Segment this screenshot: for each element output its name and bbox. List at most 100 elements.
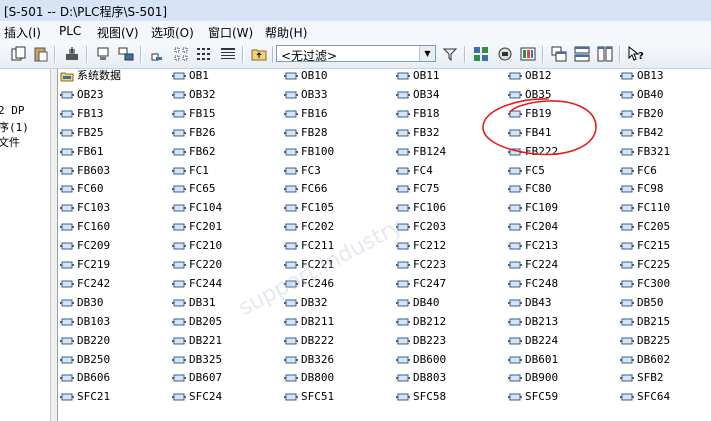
block-item[interactable]: FC65 [172,182,216,196]
block-item[interactable]: DB607 [172,371,222,385]
block-item[interactable]: FB124 [396,145,446,159]
menu-view[interactable]: 视图(V) [97,24,139,41]
block-item[interactable]: DB30 [60,296,104,310]
block-item[interactable]: FC98 [620,182,664,196]
block-item[interactable]: FC5 [508,164,545,178]
block-item[interactable]: SFC51 [284,390,334,404]
help-icon[interactable]: ? [627,45,645,63]
menu-help[interactable]: 帮助(H) [265,24,307,41]
block-item[interactable]: DB32 [284,296,328,310]
online-icon[interactable] [94,45,112,63]
block-item[interactable]: OB10 [284,69,328,83]
block-item[interactable]: FC225 [620,258,670,272]
block-item[interactable]: FB321 [620,145,670,159]
menu-window[interactable]: 窗口(W) [208,24,253,41]
block-item[interactable]: DB31 [172,296,216,310]
block-item[interactable]: FC220 [172,258,222,272]
block-item[interactable]: FC80 [508,182,552,196]
netpro-icon[interactable] [496,45,514,63]
block-item[interactable]: FC213 [508,239,558,253]
block-item[interactable]: FC104 [172,201,222,215]
block-item[interactable]: DB326 [284,353,334,367]
block-item[interactable]: FB15 [172,107,216,121]
menu-insert[interactable]: 插入(I) [4,24,41,41]
block-item[interactable]: DB325 [172,353,222,367]
block-item[interactable]: FC202 [284,220,334,234]
block-item[interactable]: FC110 [620,201,670,215]
block-item[interactable]: FB42 [620,126,664,140]
block-item[interactable]: FC160 [60,220,110,234]
block-item[interactable]: FC219 [60,258,110,272]
block-item[interactable]: FB62 [172,145,216,159]
paste-icon[interactable] [32,45,50,63]
block-item[interactable]: OB34 [396,88,440,102]
block-item[interactable]: SFB2 [620,371,664,385]
block-item[interactable]: DB225 [620,334,670,348]
tile-horizontal-icon[interactable] [573,45,591,63]
tree-item[interactable]: 2 DP [0,104,25,117]
block-item[interactable]: FC201 [172,220,222,234]
menu-options[interactable]: 选项(O) [151,24,194,41]
block-item[interactable]: FB41 [508,126,552,140]
block-item[interactable]: FC75 [396,182,440,196]
block-item[interactable]: FB32 [396,126,440,140]
block-item[interactable]: FB13 [60,107,104,121]
block-item[interactable]: FC224 [508,258,558,272]
block-item[interactable]: FB16 [284,107,328,121]
block-item[interactable]: SFC59 [508,390,558,404]
block-item[interactable]: DB212 [396,315,446,329]
block-item[interactable]: FC211 [284,239,334,253]
block-item[interactable]: DB602 [620,353,670,367]
block-item[interactable]: FC300 [620,277,670,291]
block-item[interactable]: FC4 [396,164,433,178]
filter-dropdown[interactable]: <无过滤> ▼ [276,45,436,63]
block-item[interactable]: FB19 [508,107,552,121]
hw-config-icon[interactable] [519,45,537,63]
block-item[interactable]: FB603 [60,164,110,178]
block-item[interactable]: DB223 [396,334,446,348]
block-item[interactable]: OB23 [60,88,104,102]
block-item[interactable]: FB20 [620,107,664,121]
block-item[interactable]: FC105 [284,201,334,215]
block-item[interactable]: FC209 [60,239,110,253]
block-item[interactable]: FB25 [60,126,104,140]
copy-icon[interactable] [10,45,28,63]
block-item[interactable]: OB1 [172,69,209,83]
block-item[interactable]: OB32 [172,88,216,102]
block-item[interactable]: OB12 [508,69,552,83]
block-item[interactable]: FC60 [60,182,104,196]
up-folder-icon[interactable] [250,45,268,63]
block-item[interactable]: FB28 [284,126,328,140]
block-item[interactable]: OB11 [396,69,440,83]
block-item[interactable]: FB61 [60,145,104,159]
block-item[interactable]: FC248 [508,277,558,291]
menu-plc[interactable]: PLC [59,24,81,38]
block-item[interactable]: DB800 [284,371,334,385]
block-item[interactable]: DB103 [60,315,110,329]
block-item[interactable]: DB601 [508,353,558,367]
tile-vertical-icon[interactable] [596,45,614,63]
block-item[interactable]: FC215 [620,239,670,253]
block-item[interactable]: DB606 [60,371,110,385]
filter-icon[interactable] [441,45,459,63]
block-item[interactable]: DB213 [508,315,558,329]
block-item[interactable]: DB803 [396,371,446,385]
large-icons-view-icon[interactable] [172,45,190,63]
block-item[interactable]: DB222 [284,334,334,348]
block-item[interactable]: SFC24 [172,390,222,404]
block-item[interactable]: FC204 [508,220,558,234]
block-item[interactable]: FB18 [396,107,440,121]
block-item[interactable]: DB220 [60,334,110,348]
block-item[interactable]: OB33 [284,88,328,102]
block-item[interactable]: FC212 [396,239,446,253]
block-item[interactable]: DB224 [508,334,558,348]
block-item[interactable]: DB40 [396,296,440,310]
block-item[interactable]: DB250 [60,353,110,367]
block-item[interactable]: FC109 [508,201,558,215]
block-item[interactable]: FC6 [620,164,657,178]
load-icon[interactable] [63,45,81,63]
block-item[interactable]: DB221 [172,334,222,348]
new-object-icon[interactable] [148,45,166,63]
block-item[interactable]: 系统数据 [60,69,121,83]
block-item[interactable]: DB900 [508,371,558,385]
